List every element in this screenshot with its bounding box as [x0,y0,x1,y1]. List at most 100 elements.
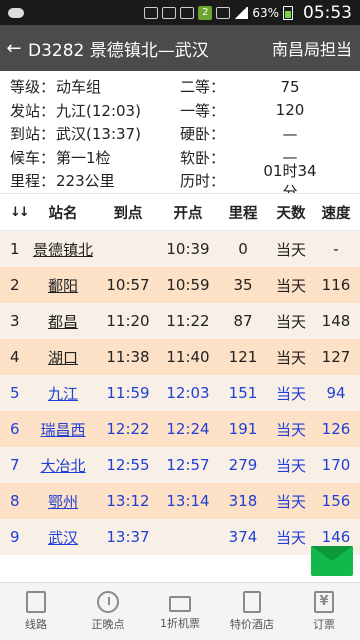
back-button[interactable]: ← [0,25,28,71]
day: 当天 [275,492,306,511]
station-link[interactable]: 湖口 [28,347,98,368]
info-value: 动车组 [56,78,102,97]
notification-badge: 2 [198,5,213,20]
speed: 116 [321,276,351,294]
arrive-time: 11:59 [106,384,150,402]
table-row[interactable]: 7 大冶北 12:55 12:57 279 当天 170 [0,447,360,483]
table-row[interactable]: 3 都昌 11:20 11:22 87 当天 148 [0,303,360,339]
day: 当天 [275,456,306,475]
info-label: 等级： [10,78,56,97]
nav-item-hotel[interactable]: 特价酒店 [216,583,288,640]
table-row[interactable]: 8 鄂州 13:12 13:14 318 当天 156 [0,483,360,519]
clock-time: 05:53 [303,2,352,23]
station-link[interactable]: 大冶北 [28,455,98,476]
arrive-time: 13:37 [106,528,150,546]
depart-time: 12:24 [166,420,210,438]
table-row[interactable]: 4 湖口 11:38 11:40 121 当天 127 [0,339,360,375]
depart-time: 12:57 [166,456,210,474]
speed: 126 [321,420,351,438]
speed: 146 [321,528,351,546]
nav-item-route[interactable]: 线路 [0,583,72,640]
row-index: 6 [10,420,20,438]
station-link[interactable]: 都昌 [28,311,98,332]
map-icon [26,591,46,613]
info-label: 软卧： [180,148,226,167]
table-row[interactable]: 5 九江 11:59 12:03 151 当天 94 [0,375,360,411]
row-index: 2 [10,276,20,294]
header-speed: 速度 [321,205,351,222]
header-depart: 开点 [173,205,203,222]
info-label: 二等： [180,78,226,97]
bottom-nav: 线路 正晚点 1折机票 特价酒店 ¥ 订票 [0,582,360,640]
speed: 156 [321,492,351,510]
arrive-time: 10:57 [106,276,150,294]
signal-icon [234,6,249,19]
nav-label: 线路 [25,618,47,631]
info-label: 硬卧： [180,125,226,144]
battery-percent: 63% [252,5,279,20]
info-label: 到站： [10,125,56,144]
table-row[interactable]: 1 景德镇北 10:39 0 当天 - [0,231,360,267]
day: 当天 [275,240,306,259]
station-link[interactable]: 鄂州 [28,491,98,512]
back-arrow-icon: ← [6,37,22,59]
row-index: 4 [10,348,20,366]
distance: 374 [228,528,258,546]
station-link[interactable]: 武汉 [28,527,98,548]
distance: 191 [228,420,258,438]
distance: 0 [238,240,248,258]
clock-icon [97,591,119,613]
station-link[interactable]: 鄱阳 [28,275,98,296]
nav-item-booking[interactable]: ¥ 订票 [288,583,360,640]
info-value: 75 [280,77,300,96]
operator-label: 南昌局担当 [271,40,352,59]
distance: 318 [228,492,258,510]
app-bar: ← D3282 景德镇北—武汉 南昌局担当 [0,25,360,71]
speed: 94 [326,384,346,402]
cloud-icon [8,7,24,18]
eye-icon [144,6,159,19]
hotel-icon [243,591,261,613]
row-index: 1 [10,240,20,258]
distance: 121 [228,348,258,366]
header-day: 天数 [276,205,306,222]
depart-time: 11:22 [166,312,210,330]
depart-time: 13:14 [166,492,210,510]
arrive-time: 11:20 [106,312,150,330]
nav-label: 特价酒店 [230,618,274,631]
info-row: 里程： 223公里 历时： 01时34分 [10,162,360,201]
message-button[interactable] [311,546,353,576]
battery-icon [283,5,293,20]
nav-label: 1折机票 [160,616,200,630]
sort-toggle[interactable]: ↓↓ [0,204,30,220]
status-bar-right: 2 63% 05:53 [144,3,360,23]
nav-label: 正晚点 [91,618,125,631]
day: 当天 [275,348,306,367]
nav-item-delay[interactable]: 正晚点 [72,583,144,640]
speed: 127 [321,348,351,366]
sort-icon: ↓↓ [10,205,30,220]
distance: 279 [228,456,258,474]
train-info: 等级： 动车组 二等： 75 发站： 九江(12:03) 一等： 120 到站：… [0,71,360,201]
row-index: 9 [10,528,20,546]
header-arrive: 到点 [113,205,143,222]
header-station: 站名 [48,205,78,222]
depart-time: 11:40 [166,348,210,366]
row-index: 7 [10,456,20,474]
info-label: 候车： [10,148,56,167]
info-value: 九江(12:03) [56,101,141,120]
info-value: — [282,124,298,143]
vibrate-icon [162,6,177,19]
station-link[interactable]: 景德镇北 [28,239,98,260]
arrive-time: 11:38 [106,348,150,366]
station-link[interactable]: 瑞昌西 [28,419,98,440]
info-value: 223公里 [56,172,115,191]
table-row[interactable]: 6 瑞昌西 12:22 12:24 191 当天 126 [0,411,360,447]
speed: 170 [321,456,351,474]
station-link[interactable]: 九江 [28,383,98,404]
row-index: 3 [10,312,20,330]
nav-item-flights[interactable]: 1折机票 [144,583,216,640]
table-row[interactable]: 9 武汉 13:37 374 当天 146 [0,519,360,555]
depart-time: 10:39 [166,240,210,258]
table-row[interactable]: 2 鄱阳 10:57 10:59 35 当天 116 [0,267,360,303]
